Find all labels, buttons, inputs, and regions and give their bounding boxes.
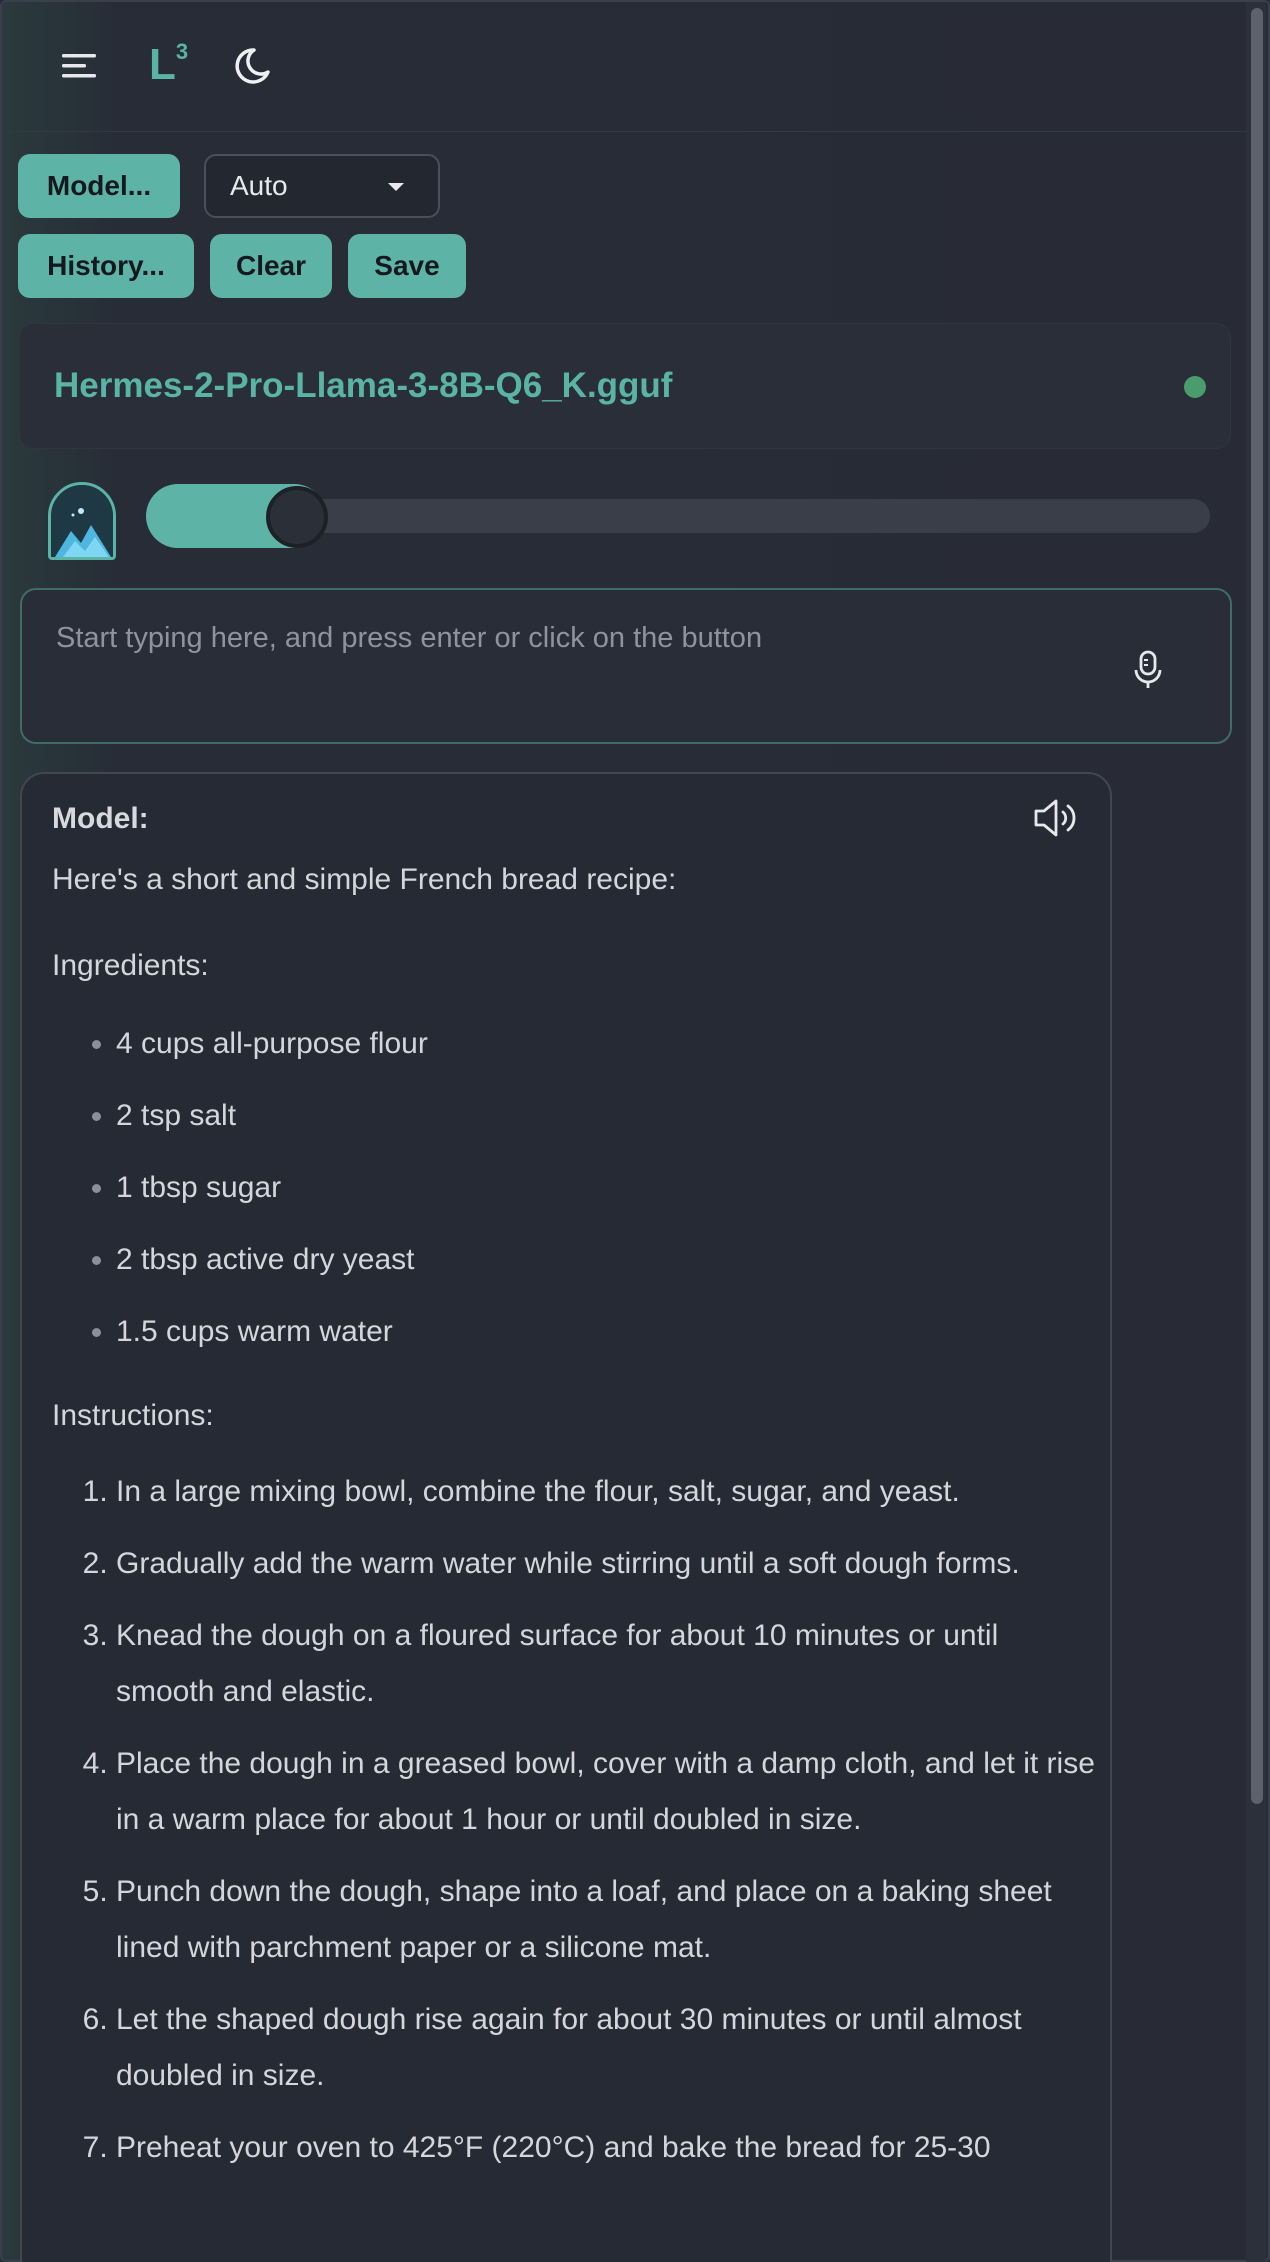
list-item: Preheat your oven to 425°F (220°C) and b… [116, 2120, 1102, 2176]
top-bar: L3 [2, 2, 1252, 132]
app-logo[interactable]: L3 [149, 39, 189, 90]
list-item: 1.5 cups warm water [116, 1296, 1102, 1368]
model-button[interactable]: Model... [18, 154, 180, 218]
model-name: Hermes-2-Pro-Llama-3-8B-Q6_K.gguf [54, 366, 673, 405]
list-item: 4 cups all-purpose flour [116, 1008, 1102, 1080]
history-button[interactable]: History... [18, 234, 194, 298]
logo-text: L [149, 40, 176, 89]
message-intro: Here's a short and simple French bread r… [52, 863, 677, 896]
model-mode-select[interactable]: Auto [204, 154, 440, 218]
chevron-down-icon [388, 183, 404, 191]
slider-thumb[interactable] [266, 486, 328, 548]
ingredients-heading: Ingredients: [52, 949, 209, 982]
list-item: Punch down the dough, shape into a loaf,… [116, 1864, 1102, 1976]
message-body: Here's a short and simple French bread r… [52, 852, 1102, 2192]
scrollbar-thumb[interactable] [1251, 8, 1263, 1804]
moon-icon[interactable] [232, 46, 272, 86]
input-placeholder: Start typing here, and press enter or cl… [56, 622, 763, 654]
list-item: Gradually add the warm water while stirr… [116, 1536, 1102, 1592]
list-item: Place the dough in a greased bowl, cover… [116, 1736, 1102, 1848]
list-item: In a large mixing bowl, combine the flou… [116, 1464, 1102, 1520]
save-button[interactable]: Save [348, 234, 466, 298]
microphone-icon[interactable] [1134, 650, 1162, 690]
list-item: 1 tbsp sugar [116, 1152, 1102, 1224]
app-window: L3 Model... Auto History... Clear Save H… [0, 0, 1270, 2262]
list-item: Knead the dough on a floured surface for… [116, 1608, 1102, 1720]
clear-button[interactable]: Clear [210, 234, 332, 298]
model-mode-value: Auto [230, 170, 288, 201]
message-author: Model: [52, 802, 149, 835]
model-info-card: Hermes-2-Pro-Llama-3-8B-Q6_K.gguf [20, 324, 1230, 448]
list-item: Let the shaped dough rise again for abou… [116, 1992, 1102, 2104]
logo-superscript: 3 [175, 39, 189, 65]
character-avatar-icon [48, 482, 116, 560]
instructions-heading: Instructions: [52, 1399, 214, 1432]
speaker-icon[interactable] [1032, 796, 1078, 840]
ingredients-list: 4 cups all-purpose flour 2 tsp salt 1 tb… [52, 1008, 1102, 1368]
list-item: 2 tsp salt [116, 1080, 1102, 1152]
message-input[interactable]: Start typing here, and press enter or cl… [20, 588, 1232, 744]
model-message: Model: Here's a short and simple French … [20, 772, 1112, 2262]
instructions-list: In a large mixing bowl, combine the flou… [52, 1464, 1102, 2176]
status-indicator [1184, 376, 1206, 398]
hamburger-menu-icon[interactable] [62, 50, 98, 82]
list-item: 2 tbsp active dry yeast [116, 1224, 1102, 1296]
